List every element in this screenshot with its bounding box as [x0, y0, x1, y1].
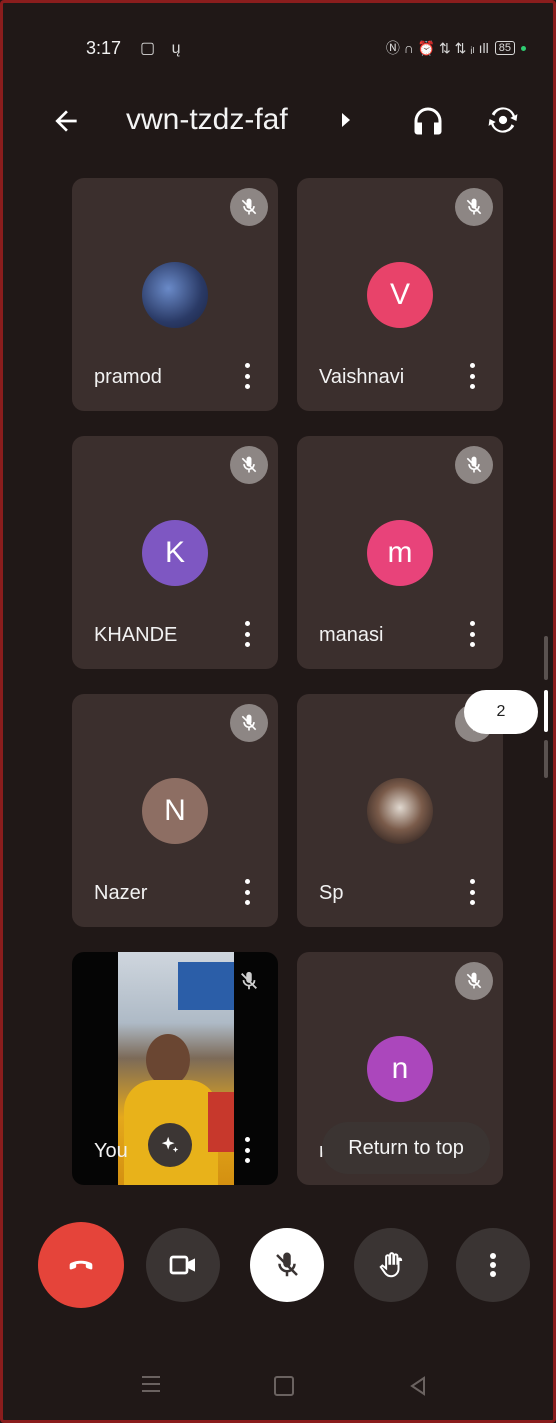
- avatar: K: [142, 520, 208, 586]
- participant-name: KHANDE: [94, 624, 178, 646]
- page-indicator: 2: [464, 690, 538, 734]
- privacy-dot-icon: [521, 45, 526, 51]
- mic-off-icon: [230, 704, 268, 742]
- mic-off-icon: [230, 962, 268, 1000]
- home-icon[interactable]: [274, 1376, 294, 1396]
- more-vert-icon[interactable]: [244, 879, 250, 905]
- scrollbar-track: [544, 636, 548, 680]
- switch-camera-icon[interactable]: [484, 101, 522, 139]
- avatar: [142, 262, 208, 328]
- avatar: V: [367, 262, 433, 328]
- system-nav-bar: [0, 1360, 556, 1410]
- avatar: N: [142, 778, 208, 844]
- more-vert-icon[interactable]: [244, 621, 250, 647]
- mic-off-icon: [455, 446, 493, 484]
- meeting-details-caret-icon[interactable]: [342, 113, 350, 127]
- participant-tile[interactable]: V Vaishnavi: [297, 178, 503, 411]
- mic-off-icon: [455, 188, 493, 226]
- return-to-top-button[interactable]: Return to top: [322, 1122, 490, 1174]
- self-view-tile[interactable]: You: [72, 952, 278, 1185]
- arrow-left-icon[interactable]: [50, 105, 82, 137]
- recent-apps-icon[interactable]: [140, 1374, 162, 1394]
- status-notification-icons: ▢ ų: [140, 40, 187, 57]
- meeting-code[interactable]: vwn-tzdz-faf: [126, 103, 288, 137]
- avatar: [367, 778, 433, 844]
- microphone-button[interactable]: [250, 1228, 324, 1302]
- headphones-icon[interactable]: [410, 103, 446, 139]
- sparkle-icon[interactable]: [148, 1123, 192, 1167]
- mic-off-icon: [230, 188, 268, 226]
- more-vert-icon[interactable]: [244, 363, 250, 389]
- more-vert-icon[interactable]: [469, 879, 475, 905]
- call-controls: [0, 1210, 556, 1350]
- more-vert-icon: [490, 1253, 496, 1277]
- video-camera-icon: [169, 1255, 195, 1275]
- participant-tile[interactable]: pramod: [72, 178, 278, 411]
- signal-icons: Ⓝ ∩ ⏰ ⇅ ⇅ ᵢₗ ıll: [385, 40, 489, 56]
- status-system-icons: Ⓝ ∩ ⏰ ⇅ ⇅ ᵢₗ ıll 85: [386, 38, 526, 58]
- scrollbar-track: [544, 740, 548, 778]
- mic-off-icon: [230, 446, 268, 484]
- participant-name: manasi: [319, 624, 384, 646]
- participant-name: pramod: [94, 366, 162, 388]
- more-vert-icon[interactable]: [244, 1137, 250, 1163]
- mic-off-icon: [276, 1252, 298, 1277]
- status-time: 3:17: [86, 38, 122, 58]
- raise-hand-button[interactable]: [354, 1228, 428, 1302]
- more-options-button[interactable]: [456, 1228, 530, 1302]
- battery-icon: 85: [494, 41, 515, 55]
- avatar: m: [367, 520, 433, 586]
- more-vert-icon[interactable]: [469, 363, 475, 389]
- more-vert-icon[interactable]: [469, 621, 475, 647]
- participant-tile[interactable]: K KHANDE: [72, 436, 278, 669]
- camera-button[interactable]: [146, 1228, 220, 1302]
- back-triangle-icon[interactable]: [408, 1376, 428, 1396]
- participant-tile[interactable]: m manasi: [297, 436, 503, 669]
- avatar: n: [367, 1036, 433, 1102]
- participant-name: You: [94, 1140, 128, 1162]
- meeting-header: vwn-tzdz-faf: [0, 95, 556, 155]
- participant-name: Sp: [319, 882, 344, 904]
- participant-name: Nazer: [94, 882, 148, 904]
- status-bar: 3:17 ▢ ų Ⓝ ∩ ⏰ ⇅ ⇅ ᵢₗ ıll 85: [0, 30, 556, 70]
- end-call-icon: [69, 1260, 93, 1270]
- participant-name: Vaishnavi: [319, 366, 405, 388]
- end-call-button[interactable]: [38, 1222, 124, 1308]
- scrollbar-thumb[interactable]: [544, 690, 548, 732]
- hand-icon: [379, 1252, 403, 1278]
- participant-tile[interactable]: N Nazer: [72, 694, 278, 927]
- mic-off-icon: [455, 962, 493, 1000]
